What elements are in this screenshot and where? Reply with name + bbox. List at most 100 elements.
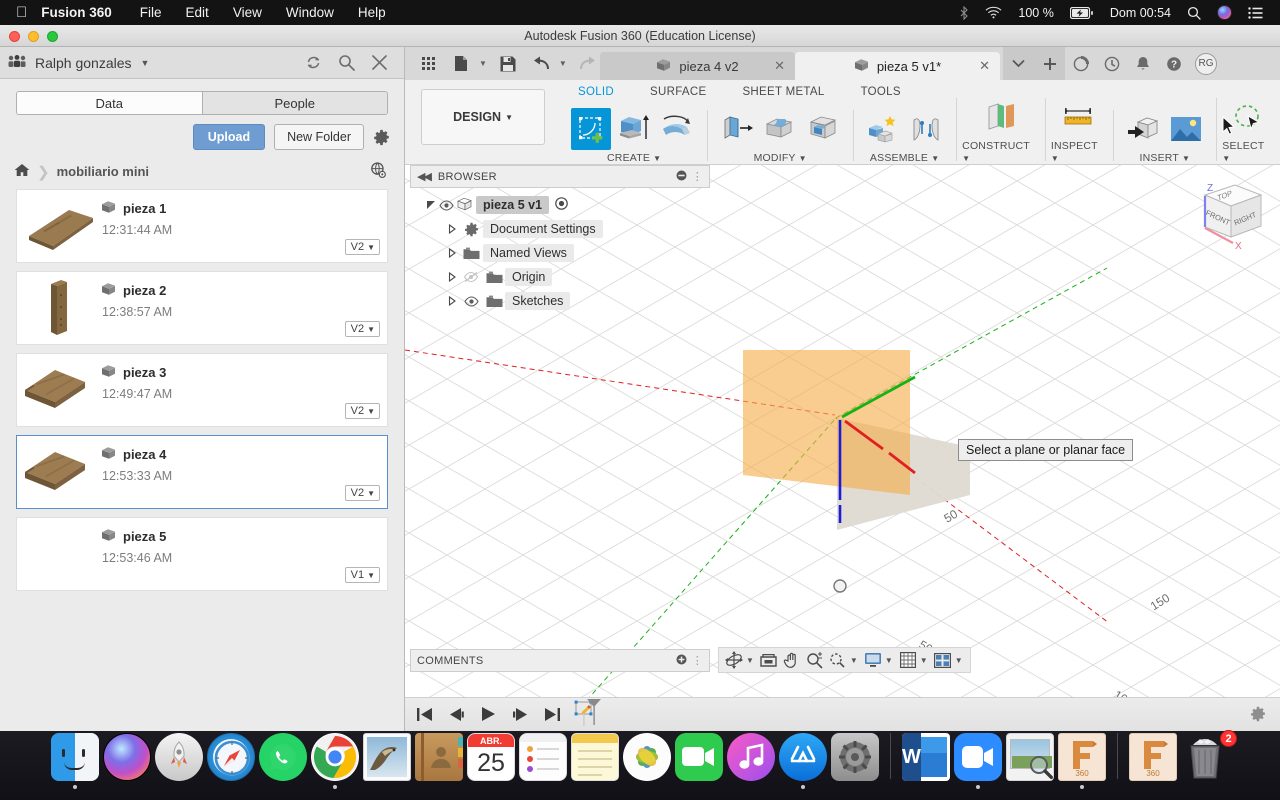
new-component-icon[interactable] <box>863 108 903 150</box>
tree-node-named-views[interactable]: Named Views <box>410 241 710 265</box>
viewports-icon[interactable] <box>932 649 954 671</box>
dock-item-app-store[interactable]: 2 <box>779 730 1237 789</box>
redo-icon[interactable] <box>573 50 603 78</box>
fillet-icon[interactable] <box>760 108 800 150</box>
doc-tab-pieza-4[interactable]: pieza 4 v2 ✕ <box>600 52 795 80</box>
extrude-icon[interactable] <box>614 108 654 150</box>
browser-resize-handle[interactable]: ⋮ <box>692 170 703 183</box>
recent-icon[interactable] <box>1096 47 1127 80</box>
dock-item-siri[interactable] <box>103 733 151 789</box>
minimize-window-button[interactable] <box>28 31 39 42</box>
menu-help[interactable]: Help <box>346 5 398 20</box>
upload-button[interactable]: Upload <box>192 124 266 150</box>
go-to-end-icon[interactable] <box>541 702 563 726</box>
dock-item-system-preferences[interactable] <box>831 733 879 789</box>
expand-triangle-icon[interactable] <box>446 296 459 306</box>
chevron-down-icon[interactable]: ▼ <box>746 656 757 665</box>
list-item[interactable]: pieza 1 12:31:44 AM V2 ▼ <box>16 189 388 263</box>
display-settings-icon[interactable] <box>862 649 884 671</box>
look-at-icon[interactable] <box>758 649 780 671</box>
step-back-icon[interactable] <box>445 702 467 726</box>
collapse-browser-icon[interactable]: ◀◀ <box>417 170 432 183</box>
version-badge[interactable]: V2 ▼ <box>344 239 380 255</box>
visibility-eye-icon[interactable] <box>459 295 483 307</box>
zoom-icon[interactable] <box>804 649 826 671</box>
shell-icon[interactable] <box>803 108 843 150</box>
control-center-icon[interactable] <box>1241 6 1270 19</box>
chevron-down-icon[interactable]: ▼ <box>1051 154 1059 163</box>
new-folder-button[interactable]: New Folder <box>274 124 364 150</box>
avatar[interactable]: RG <box>1195 52 1217 75</box>
help-icon[interactable]: ? <box>1158 47 1189 80</box>
chevron-down-icon[interactable]: ▼ <box>799 154 807 163</box>
close-tab-icon[interactable]: ✕ <box>774 58 785 74</box>
step-forward-icon[interactable] <box>509 702 531 726</box>
tree-node-root[interactable]: pieza 5 v1 <box>410 193 710 217</box>
dock-item-word[interactable]: W <box>902 733 950 789</box>
version-badge[interactable]: V2 ▼ <box>344 485 380 501</box>
grid-snaps-icon[interactable] <box>897 649 919 671</box>
chevron-down-icon[interactable]: ▼ <box>955 656 966 665</box>
dock-item-contacts[interactable] <box>415 733 463 789</box>
notifications-bell-icon[interactable] <box>1127 47 1158 80</box>
visibility-eye-off-icon[interactable] <box>459 271 483 283</box>
tab-data[interactable]: Data <box>17 92 202 114</box>
maximize-window-button[interactable] <box>47 31 58 42</box>
tab-sheet-metal[interactable]: SHEET METAL <box>724 80 842 101</box>
go-to-beginning-icon[interactable] <box>413 702 435 726</box>
siri-icon[interactable] <box>1210 5 1239 20</box>
dock-item-launchpad[interactable] <box>155 733 203 789</box>
list-item[interactable]: pieza 4 12:53:33 AM V2 ▼ <box>16 435 388 509</box>
globe-visibility-icon[interactable] <box>370 162 394 181</box>
data-panel-tabs[interactable]: Data People <box>16 91 388 115</box>
close-panel-icon[interactable] <box>371 54 388 71</box>
dock-item-safari[interactable] <box>207 733 255 789</box>
save-icon[interactable] <box>493 50 523 78</box>
expand-triangle-icon[interactable] <box>446 272 459 282</box>
new-file-icon[interactable] <box>446 50 476 78</box>
menubar-app-name[interactable]: Fusion 360 <box>41 5 128 20</box>
chevron-down-icon[interactable]: ▼ <box>653 154 661 163</box>
dock-item-reminders[interactable] <box>519 733 567 789</box>
dock-item-trash[interactable] <box>1181 733 1229 789</box>
version-badge[interactable]: V2 ▼ <box>344 321 380 337</box>
home-icon[interactable] <box>14 163 30 180</box>
create-sketch-icon[interactable] <box>571 108 612 150</box>
bluetooth-icon[interactable] <box>953 5 976 20</box>
wifi-icon[interactable] <box>978 6 1009 19</box>
tab-surface[interactable]: SURFACE <box>632 80 724 101</box>
dock-item-finder[interactable] <box>51 733 99 789</box>
close-tab-icon[interactable]: ✕ <box>979 58 990 74</box>
dock-item-whatsapp[interactable] <box>259 733 307 789</box>
dock-item-fusion-360[interactable]: 360 <box>1058 733 1106 789</box>
menu-window[interactable]: Window <box>274 5 346 20</box>
pan-icon[interactable] <box>781 649 803 671</box>
press-pull-icon[interactable] <box>717 108 757 150</box>
visibility-eye-icon[interactable] <box>437 199 455 211</box>
tree-node-document-settings[interactable]: Document Settings <box>410 217 710 241</box>
version-badge[interactable]: V2 ▼ <box>344 403 380 419</box>
chevron-down-icon[interactable]: ▼ <box>931 154 939 163</box>
chevron-down-icon[interactable]: ▼ <box>479 59 490 68</box>
insert-image-icon[interactable] <box>1166 108 1206 150</box>
orbit-icon[interactable] <box>723 649 745 671</box>
chevron-down-icon[interactable]: ▼ <box>850 656 861 665</box>
new-tab-icon[interactable] <box>1034 47 1065 80</box>
dock-item-chrome[interactable] <box>311 733 359 789</box>
data-panel-settings-gear-icon[interactable] <box>373 129 390 146</box>
browser-minimize-icon[interactable] <box>676 170 687 184</box>
dock-item-mail[interactable] <box>363 733 411 789</box>
measure-icon[interactable] <box>1059 96 1099 138</box>
chevron-down-icon[interactable]: ▼ <box>962 154 970 163</box>
refresh-icon[interactable] <box>305 54 322 71</box>
undo-icon[interactable] <box>526 50 556 78</box>
view-cube[interactable]: TOP FRONT RIGHT Z X <box>1157 173 1272 278</box>
dock-item-zoom[interactable] <box>954 733 1002 789</box>
tree-node-sketches[interactable]: Sketches <box>410 289 710 313</box>
dock-item-calendar[interactable]: ABR. 25 <box>467 733 515 789</box>
search-icon[interactable] <box>338 54 355 71</box>
chevron-down-icon[interactable]: ▼ <box>559 59 570 68</box>
sketch1-marker-icon[interactable] <box>573 699 607 726</box>
show-data-panel-icon[interactable] <box>413 50 443 78</box>
chevron-down-icon[interactable]: ▼ <box>885 656 896 665</box>
